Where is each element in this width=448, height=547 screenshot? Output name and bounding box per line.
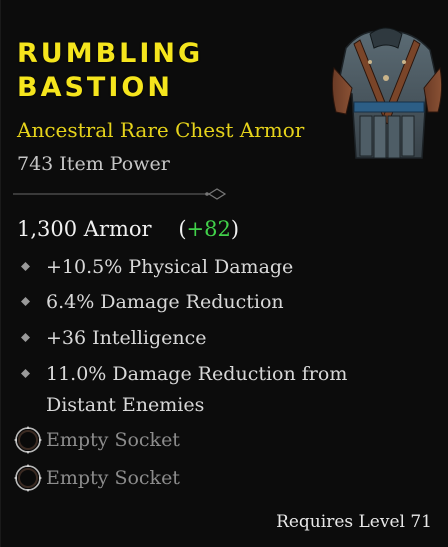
socket-label: Empty Socket [46, 429, 180, 451]
item-name-line-2: BASTION [17, 72, 173, 103]
item-tooltip: RUMBLING BASTION Ancestral Rare Chest Ar… [0, 0, 448, 547]
diamond-bullet-icon [21, 262, 30, 271]
armor-bonus-open-paren: ( [178, 217, 187, 241]
affix-text: 11.0% Damage Reduction from [46, 363, 348, 385]
item-name-line-1: RUMBLING [17, 38, 204, 69]
diamond-bullet-icon [21, 333, 30, 342]
affix-text-continuation: Distant Enemies [46, 394, 205, 416]
empty-socket: Empty Socket [13, 425, 180, 455]
chest-armor-icon [331, 27, 443, 159]
item-power: 743 Item Power [17, 153, 170, 175]
level-requirement: Requires Level 71 [276, 512, 432, 532]
socket-label: Empty Socket [46, 467, 180, 489]
empty-socket-icon [14, 426, 42, 454]
ornate-divider-icon [13, 188, 227, 200]
diamond-bullet-icon [21, 297, 30, 306]
affix-text: 6.4% Damage Reduction [46, 291, 284, 313]
empty-socket-icon [14, 464, 42, 492]
diamond-bullet-icon [21, 369, 30, 378]
armor-bonus: +82 [186, 217, 231, 241]
affix-text: +10.5% Physical Damage [46, 256, 294, 278]
armor-stat: 1,300 Armor (+82) [17, 214, 239, 244]
armor-value: 1,300 Armor [17, 217, 152, 241]
item-rarity-type: Ancestral Rare Chest Armor [17, 118, 305, 142]
affix-text: +36 Intelligence [46, 327, 207, 349]
empty-socket: Empty Socket [13, 463, 180, 493]
armor-bonus-close-paren: ) [230, 217, 240, 241]
